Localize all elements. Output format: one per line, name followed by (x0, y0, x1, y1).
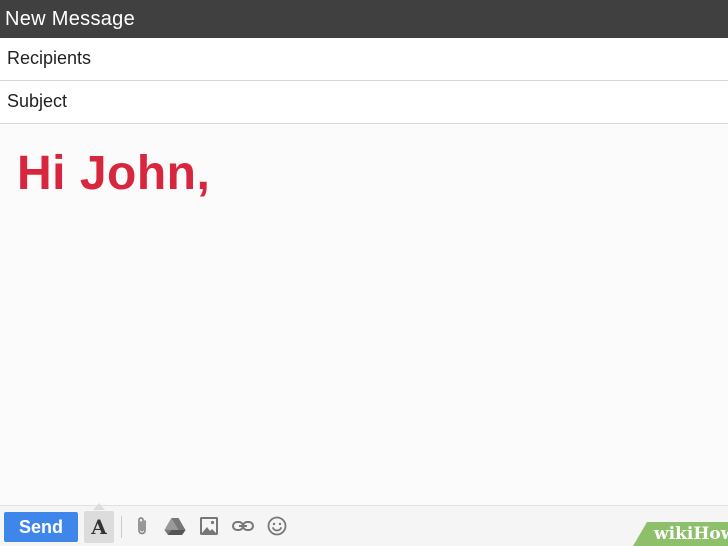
watermark-suffix: How (693, 524, 728, 544)
formatting-options-button[interactable]: A (84, 511, 114, 543)
format-tooltip-caret (93, 503, 105, 510)
link-icon[interactable] (231, 514, 255, 538)
message-body-text: Hi John, (17, 147, 211, 200)
emoji-icon[interactable] (265, 514, 289, 538)
recipients-field[interactable]: Recipients (0, 38, 728, 81)
subject-field[interactable]: Subject (0, 81, 728, 124)
recipients-label: Recipients (7, 48, 92, 68)
photo-icon[interactable] (197, 514, 221, 538)
toolbar-divider (121, 516, 122, 538)
attach-icon[interactable] (130, 514, 154, 538)
send-button[interactable]: Send (4, 512, 78, 542)
drive-icon[interactable] (163, 514, 187, 538)
watermark-prefix: wiki (654, 524, 694, 544)
subject-label: Subject (7, 91, 68, 111)
watermark-logo: wikiHow (654, 524, 728, 544)
window-title: New Message (0, 0, 728, 38)
